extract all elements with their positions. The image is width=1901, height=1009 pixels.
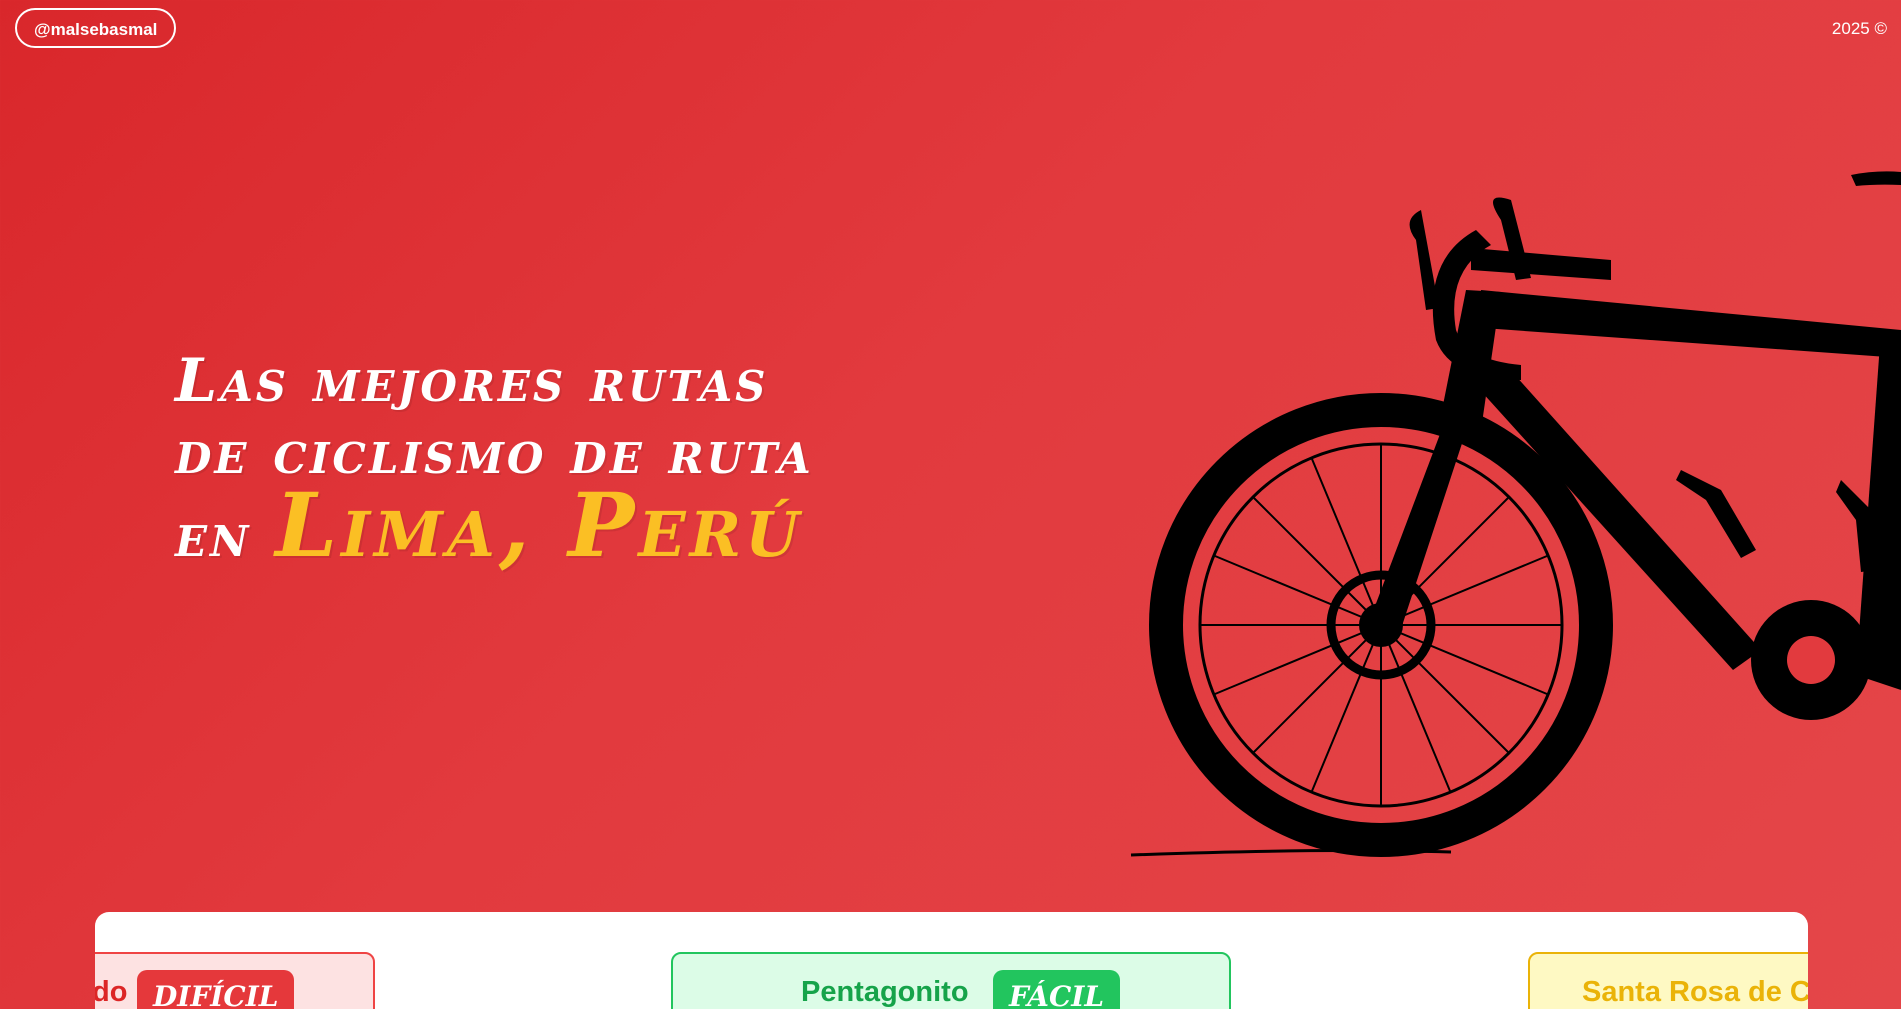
route-card[interactable]: do DIFÍCIL xyxy=(95,952,375,1009)
hero-heading: Las mejores rutas de ciclismo de ruta en… xyxy=(175,345,935,572)
route-name: do xyxy=(95,976,128,1008)
author-handle-button[interactable]: @malsebasmal xyxy=(15,8,177,48)
hero-line-1: Las mejores rutas xyxy=(175,346,769,416)
route-name: Pentagonito xyxy=(801,976,969,1008)
hero-location-accent: Lima, Perú xyxy=(275,473,804,577)
route-card[interactable]: Santa Rosa de C xyxy=(1528,952,1808,1009)
routes-carousel: do DIFÍCIL Pentagonito FÁCIL Santa Rosa … xyxy=(95,912,1808,1009)
hero-line-3: en Lima, Perú xyxy=(175,481,935,572)
difficulty-badge: FÁCIL xyxy=(993,970,1121,1009)
hero-line-3-prefix: en xyxy=(175,501,252,571)
difficulty-badge: DIFÍCIL xyxy=(137,970,295,1009)
road-bike-silhouette-icon xyxy=(1130,171,1901,857)
copyright-notice: 2025 © xyxy=(1831,19,1887,38)
route-card[interactable]: Pentagonito FÁCIL xyxy=(671,952,1231,1009)
route-name: Santa Rosa de C xyxy=(1582,976,1808,1008)
